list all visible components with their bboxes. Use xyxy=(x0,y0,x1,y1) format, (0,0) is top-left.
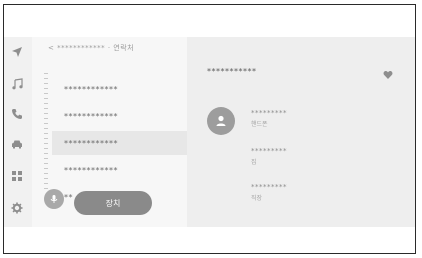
contact-list-panel: < ************ · 연락처 ************ ******… xyxy=(32,37,187,227)
alphabet-index-bar[interactable] xyxy=(44,73,48,191)
navigation-arrow-icon[interactable] xyxy=(10,45,24,59)
apps-grid-icon[interactable] xyxy=(10,169,24,183)
music-note-icon[interactable] xyxy=(10,77,24,91)
heart-icon[interactable] xyxy=(383,70,393,80)
contact-name: *********** xyxy=(207,67,257,76)
phone-number: ********* xyxy=(251,109,287,117)
phone-icon[interactable] xyxy=(10,107,24,121)
avatar xyxy=(207,107,235,135)
contact-detail-panel: *********** ********* 핸드폰 ********* 집 **… xyxy=(187,37,415,227)
contact-list-item[interactable]: ************ xyxy=(52,104,187,128)
device-button[interactable]: 장치 xyxy=(74,191,152,215)
phone-entry[interactable]: ********* 직장 xyxy=(251,183,401,202)
gear-icon[interactable] xyxy=(10,201,24,215)
person-icon xyxy=(216,115,226,126)
car-icon[interactable] xyxy=(10,137,24,151)
phone-entry[interactable]: ********* 핸드폰 xyxy=(251,109,401,128)
breadcrumb[interactable]: < ************ · 연락처 xyxy=(48,43,134,53)
phone-number: ********* xyxy=(251,183,287,191)
microphone-icon xyxy=(50,195,58,203)
phone-entry[interactable]: ********* 집 xyxy=(251,147,401,166)
screen-frame: < ************ · 연락처 ************ ******… xyxy=(3,4,416,254)
phone-number: ********* xyxy=(251,147,287,155)
contact-list-item[interactable]: ************ xyxy=(52,158,187,182)
contact-list-item-selected[interactable]: ************ xyxy=(52,131,187,155)
infotainment-screen: < ************ · 연락처 ************ ******… xyxy=(4,37,415,227)
contact-list-item[interactable]: ************ xyxy=(52,77,187,101)
voice-button[interactable] xyxy=(44,189,64,209)
side-nav xyxy=(4,37,32,227)
phone-type-label: 집 xyxy=(251,159,257,166)
phone-type-label: 직장 xyxy=(251,195,263,202)
phone-type-label: 핸드폰 xyxy=(251,121,268,128)
